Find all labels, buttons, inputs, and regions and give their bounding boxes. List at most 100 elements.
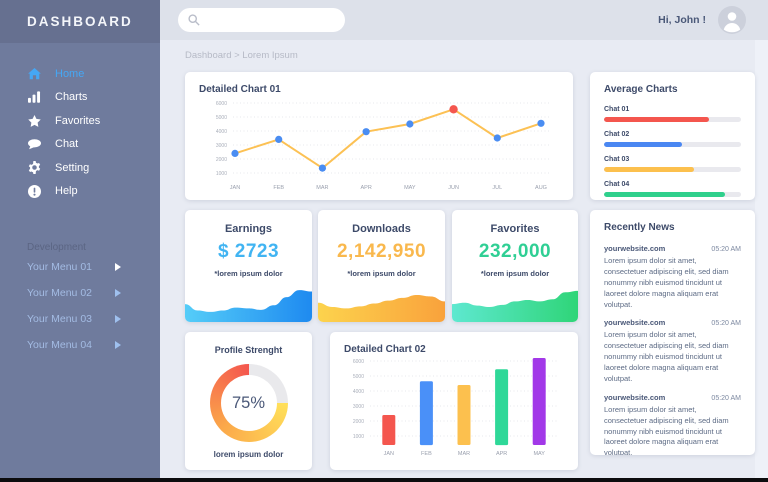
detailed-chart-01-card: Detailed Chart 01 6000 5000 4000 3000 2000 10… [185, 72, 573, 200]
svg-text:1000: 1000 [216, 171, 227, 177]
svg-text:5000: 5000 [353, 374, 364, 380]
news-item[interactable]: yourwebsite.com05:20 AMLorem ipsum dolor… [604, 244, 741, 310]
svg-text:JUN: JUN [448, 185, 459, 191]
news-timestamp: 05:20 AM [711, 320, 741, 327]
sidebar-nav: Home Charts Favorites Chat Setting Help [0, 62, 160, 203]
sidebar-item-label: Charts [55, 91, 87, 103]
downloads-value: 2,142,950 [318, 241, 445, 263]
svg-text:FEB: FEB [273, 185, 284, 191]
arrow-right-icon [114, 289, 122, 297]
sidebar-item-label: Setting [55, 162, 89, 174]
progress-label: Chat 01 [604, 106, 741, 113]
breadcrumb: Dashboard > Lorem Ipsum [185, 50, 298, 61]
sidebar-item-label: Home [55, 68, 84, 80]
sidebar-item-chat[interactable]: Chat [0, 133, 160, 157]
progress-fill [604, 167, 694, 172]
progress-bar-list: Chat 01 Chat 02 Chat 03 Chat 04 [590, 95, 755, 197]
progress-row-chat-02: Chat 02 [604, 131, 741, 147]
dev-item-label: Your Menu 04 [27, 339, 92, 351]
sidebar-item-help[interactable]: Help [0, 180, 160, 204]
dev-item-label: Your Menu 01 [27, 261, 92, 273]
stat-subtitle: *lorem ipsum dolor [185, 269, 312, 278]
app-title: DASHBOARD [0, 0, 160, 43]
downloads-sparkline [318, 284, 445, 322]
svg-text:MAY: MAY [404, 185, 416, 191]
earnings-card: Earnings $ 2723 *lorem ipsum dolor [185, 210, 312, 322]
sidebar-item-label: Help [55, 185, 78, 197]
news-item[interactable]: yourwebsite.com 05:20 AM Lorem ipsum dolor… [604, 318, 741, 384]
sidebar-dev-menu: Your Menu 01 Your Menu 02 Your Menu 03 Your… [0, 254, 160, 357]
news-body: Lorem ipsum dolor sit amet, consectetuer… [604, 256, 741, 310]
sidebar-item-your-menu-04[interactable]: Your Menu 04 [0, 332, 160, 357]
svg-text:3000: 3000 [353, 404, 364, 410]
news-timestamp: 05:20 AM [711, 246, 741, 253]
progress-fill [604, 117, 709, 122]
chart-title: Average Charts [590, 72, 755, 95]
svg-text:4000: 4000 [216, 129, 227, 135]
arrow-right-icon [114, 341, 122, 349]
progress-fill [604, 192, 725, 197]
stat-title: Favorites [452, 223, 578, 235]
progress-fill [604, 142, 682, 147]
star-icon [27, 114, 42, 128]
sidebar-item-label: Favorites [55, 115, 100, 127]
stat-subtitle: *lorem ipsum dolor [452, 269, 578, 278]
window-edge [0, 478, 768, 482]
favorites-card: Favorites 232,000 *lorem ipsum dolor [452, 210, 578, 322]
help-icon [27, 184, 42, 198]
sidebar-item-charts[interactable]: Charts [0, 86, 160, 110]
downloads-card: Downloads 2,142,950 *lorem ipsum dolor [318, 210, 445, 322]
sidebar-item-your-menu-03[interactable]: Your Menu 03 [0, 306, 160, 331]
charts-icon [27, 90, 42, 104]
svg-text:APR: APR [496, 451, 507, 457]
progress-label: Chat 02 [604, 131, 741, 138]
svg-text:5000: 5000 [216, 115, 227, 121]
detailed-chart-02-card: Detailed Chart 02 6000500040003000200010… [330, 332, 578, 470]
recently-news-card: Recently News yourwebsite.com 05:20 AM Lor… [590, 210, 755, 455]
sidebar-item-your-menu-02[interactable]: Your Menu 02 [0, 280, 160, 305]
svg-text:JAN: JAN [384, 451, 394, 457]
dev-item-label: Your Menu 03 [27, 313, 92, 325]
content-right-band [755, 40, 768, 478]
svg-text:3000: 3000 [216, 143, 227, 149]
sidebar: DASHBOARD Home Charts Favorites Chat Setting… [0, 0, 160, 482]
search-input[interactable] [206, 14, 335, 27]
arrow-right-icon [114, 263, 122, 271]
news-timestamp: 05:20 AM [711, 395, 741, 402]
sidebar-item-favorites[interactable]: Favorites [0, 109, 160, 133]
stat-subtitle: *lorem ipsum dolor [318, 269, 445, 278]
sidebar-item-label: Chat [55, 138, 78, 150]
svg-text:JAN: JAN [230, 185, 240, 191]
news-list: yourwebsite.com 05:20 AM Lorem ipsum dolor… [590, 233, 755, 455]
chart-title: Detailed Chart 01 [185, 72, 573, 95]
news-body: Lorem ipsum dolor sit amet, consectetuer… [604, 330, 741, 384]
news-source: yourwebsite.com [604, 318, 665, 327]
profile-donut-chart: 75% [210, 364, 288, 442]
svg-text:FEB: FEB [421, 451, 432, 457]
news-source: yourwebsite.com [604, 393, 665, 402]
svg-text:JUL: JUL [492, 185, 502, 191]
bar-chart: 600050004000300020001000JANFEBMARAPRMAY [330, 355, 578, 466]
news-item[interactable]: yourwebsite.com05:20 AMLorem ipsum dolor… [604, 393, 741, 455]
chat-icon [27, 137, 42, 151]
progress-row-chat-04: Chat 04 [604, 181, 741, 197]
progress-row-chat-03: Chat 03 [604, 156, 741, 172]
progress-track [604, 192, 741, 197]
svg-text:4000: 4000 [353, 389, 364, 395]
progress-track [604, 142, 741, 147]
sidebar-item-your-menu-01[interactable]: Your Menu 01 [0, 254, 160, 279]
svg-text:MAR: MAR [458, 451, 470, 457]
search-bar[interactable] [178, 8, 345, 32]
news-title: Recently News [590, 210, 755, 233]
svg-text:2000: 2000 [216, 157, 227, 163]
progress-label: Chat 04 [604, 181, 741, 188]
sidebar-item-setting[interactable]: Setting [0, 156, 160, 180]
progress-track [604, 117, 741, 122]
profile-subtitle: lorem ipsum dolor [185, 450, 312, 459]
user-avatar[interactable] [718, 6, 746, 34]
sidebar-item-home[interactable]: Home [0, 62, 160, 86]
svg-text:6000: 6000 [216, 101, 227, 107]
news-item-header: yourwebsite.com 05:20 AM [604, 393, 741, 402]
svg-text:1000: 1000 [353, 434, 364, 440]
svg-text:MAY: MAY [533, 451, 545, 457]
